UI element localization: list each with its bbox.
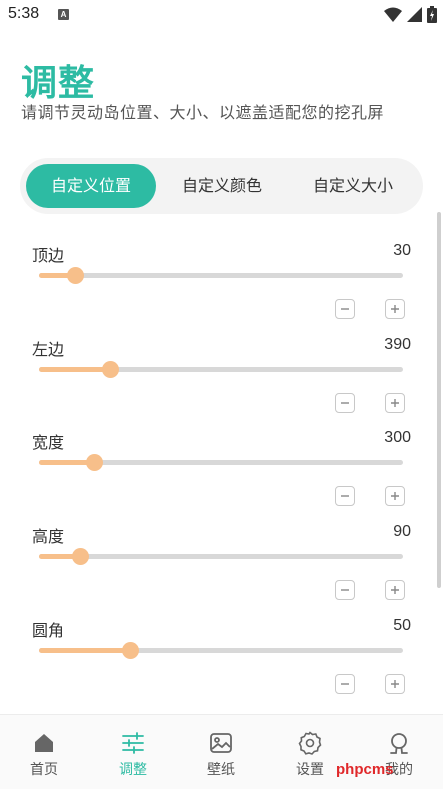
- slider-label: 顶边: [32, 246, 65, 265]
- minus-icon: [341, 589, 349, 591]
- plus-icon: [391, 586, 399, 594]
- slider-label: 宽度: [32, 433, 65, 452]
- increment-button[interactable]: [385, 580, 405, 600]
- nav-home[interactable]: 首页: [0, 715, 88, 789]
- plus-icon: [391, 399, 399, 407]
- status-icons: [384, 6, 437, 23]
- plus-icon: [391, 680, 399, 688]
- slider-thumb[interactable]: [86, 454, 103, 471]
- nav-label: 调整: [119, 762, 147, 778]
- home-icon: [35, 734, 53, 752]
- slider-value: 390: [384, 336, 411, 353]
- page-subtitle: 请调节灵动岛位置、大小、以遮盖适配您的挖孔屏: [21, 103, 385, 122]
- slider-value: 90: [393, 523, 411, 540]
- image-icon: [210, 733, 232, 753]
- nav-label: 壁纸: [207, 762, 235, 778]
- increment-button[interactable]: [385, 299, 405, 319]
- slider-track[interactable]: [39, 267, 403, 284]
- nav-adjust[interactable]: 调整: [89, 715, 177, 789]
- slider-label: 圆角: [32, 621, 65, 640]
- increment-button[interactable]: [385, 674, 405, 694]
- minus-icon: [341, 402, 349, 404]
- tab-bar: 自定义位置 自定义颜色 自定义大小: [20, 158, 423, 214]
- slider-fill: [39, 367, 110, 372]
- minus-icon: [341, 683, 349, 685]
- slider-label: 左边: [32, 340, 65, 359]
- battery-icon: [427, 6, 437, 23]
- plus-icon: [391, 492, 399, 500]
- minus-icon: [341, 308, 349, 310]
- nav-label: 首页: [30, 762, 58, 778]
- status-bar: 5:38 A: [0, 0, 443, 30]
- decrement-button[interactable]: [335, 674, 355, 694]
- minus-icon: [341, 495, 349, 497]
- decrement-button[interactable]: [335, 580, 355, 600]
- slider-value: 30: [393, 242, 411, 259]
- slider-value: 50: [393, 617, 411, 634]
- slider-track[interactable]: [39, 454, 403, 471]
- slider-thumb[interactable]: [102, 361, 119, 378]
- increment-button[interactable]: [385, 486, 405, 506]
- slider-thumb[interactable]: [122, 642, 139, 659]
- watermark: phpcms: [336, 761, 394, 778]
- slider-track[interactable]: [39, 361, 403, 378]
- decrement-button[interactable]: [335, 299, 355, 319]
- slider-left: 左边 390: [0, 336, 443, 430]
- slider-width: 宽度 300: [0, 429, 443, 523]
- slider-thumb[interactable]: [67, 267, 84, 284]
- decrement-button[interactable]: [335, 393, 355, 413]
- tab-custom-size[interactable]: 自定义大小: [288, 164, 418, 208]
- slider-height: 高度 90: [0, 523, 443, 617]
- tab-custom-position[interactable]: 自定义位置: [26, 164, 156, 208]
- slider-value: 300: [384, 429, 411, 446]
- nav-wallpaper[interactable]: 壁纸: [177, 715, 265, 789]
- slider-thumb[interactable]: [72, 548, 89, 565]
- increment-button[interactable]: [385, 393, 405, 413]
- slider-top: 顶边 30: [0, 242, 443, 336]
- decrement-button[interactable]: [335, 486, 355, 506]
- slider-label: 高度: [32, 527, 65, 546]
- gear-icon: [298, 731, 322, 755]
- slider-fill: [39, 648, 130, 653]
- user-icon: [390, 733, 408, 754]
- slider-radius: 圆角 50: [0, 617, 443, 711]
- plus-icon: [391, 305, 399, 313]
- notification-icon: A: [58, 9, 69, 20]
- tab-custom-color[interactable]: 自定义颜色: [158, 164, 286, 208]
- slider-track[interactable]: [39, 548, 403, 565]
- wifi-icon: [384, 7, 402, 22]
- signal-icon: [407, 7, 422, 22]
- slider-track[interactable]: [39, 642, 403, 659]
- sliders-icon: [122, 732, 144, 754]
- status-time: 5:38: [8, 5, 40, 22]
